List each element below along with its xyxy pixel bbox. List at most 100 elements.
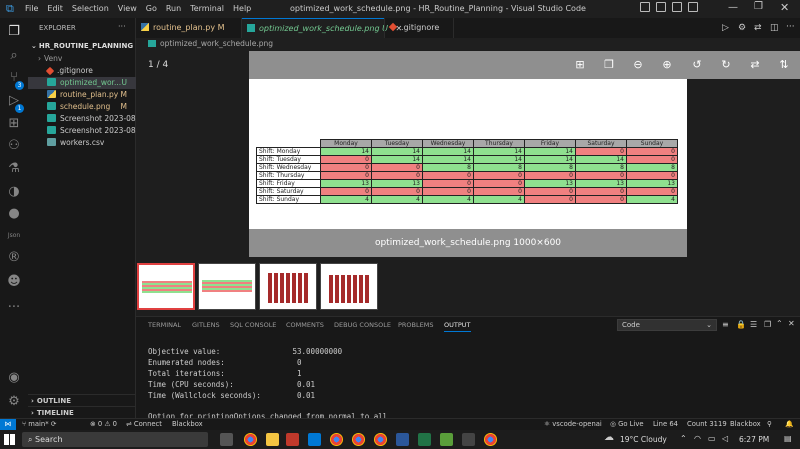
r-icon[interactable]: ® [6, 250, 22, 266]
tab-debug-console[interactable]: DEBUG CONSOLE [334, 321, 391, 329]
editor-more-icon[interactable]: ··· [786, 22, 795, 32]
tree-item-screenshot-1[interactable]: Screenshot 2023-08... [28, 113, 136, 125]
layout-custom-icon[interactable] [688, 2, 698, 12]
open-in-editor-icon[interactable]: ❐ [764, 320, 771, 329]
vscode-openai-item[interactable]: ⚛ vscode-openai [544, 419, 602, 430]
menu-selection[interactable]: Selection [72, 4, 109, 13]
open-changes-icon[interactable]: ⇄ [754, 23, 762, 33]
excel-icon[interactable] [418, 433, 431, 446]
maximize-button[interactable]: ❐ [754, 1, 763, 12]
problems-indicator[interactable]: ⊗ 0 ⚠ 0 [90, 419, 117, 430]
notification-center-icon[interactable]: ▤ [784, 434, 792, 443]
tree-item-venv[interactable]: › Venv [28, 53, 136, 65]
chrome-icon-3[interactable] [352, 433, 365, 446]
file-explorer-icon[interactable] [266, 433, 279, 446]
go-live-button[interactable]: ◎ Go Live [610, 419, 644, 430]
clock[interactable]: 6:27 PM [739, 435, 769, 444]
menu-terminal[interactable]: Terminal [190, 4, 224, 13]
tree-item-schedule[interactable]: schedule.png M [28, 101, 136, 113]
zoom-in-icon[interactable]: ⊕ [660, 58, 674, 72]
explorer-icon[interactable]: ❐ [6, 24, 22, 40]
extensions-icon[interactable]: ⊞ [6, 116, 22, 132]
settings-gear-icon[interactable]: ⚙ [6, 394, 22, 410]
timeline-section[interactable]: › TIMELINE [28, 406, 136, 418]
run-python-icon[interactable]: ▷ [722, 23, 729, 33]
rotate-left-icon[interactable]: ↺ [690, 58, 704, 72]
lock-icon[interactable]: 🔒 [736, 320, 746, 329]
tab-problems[interactable]: PROBLEMS [398, 321, 433, 329]
tab-gitignore[interactable]: .gitignore [384, 18, 454, 38]
tab-output[interactable]: OUTPUT [444, 321, 471, 332]
tab-sql-console[interactable]: SQL CONSOLE [230, 321, 276, 329]
menu-run[interactable]: Run [166, 4, 181, 13]
menu-go[interactable]: Go [146, 4, 157, 13]
outline-section[interactable]: › OUTLINE [28, 394, 136, 406]
app-icon[interactable] [440, 433, 453, 446]
split-editor-icon[interactable]: ◫ [770, 23, 779, 33]
vscode-taskbar-icon[interactable] [308, 433, 321, 446]
fit-icon[interactable]: ❐ [602, 58, 616, 72]
count-indicator[interactable]: Count 3119 [687, 419, 727, 430]
volume-icon[interactable]: ◁ [722, 434, 728, 443]
tab-routine-plan[interactable]: routine_plan.py M [136, 18, 242, 38]
vscode-logo-icon[interactable]: ⧉ [6, 3, 18, 15]
tray-chevron-icon[interactable]: ⌃ [680, 434, 687, 443]
tree-item-workers[interactable]: workers.csv [28, 137, 136, 149]
remote-indicator-icon[interactable]: ⋈ [0, 419, 16, 430]
tab-terminal[interactable]: TERMINAL [148, 321, 181, 329]
thumbnail-3[interactable] [259, 263, 317, 310]
connect-button[interactable]: ⇌ Connect [126, 419, 162, 430]
chrome-icon-4[interactable] [374, 433, 387, 446]
testing-icon[interactable]: ⚗ [6, 161, 22, 177]
chrome-icon-1[interactable] [244, 433, 257, 446]
app-red-icon[interactable] [286, 433, 299, 446]
python-icon[interactable]: ⚇ [6, 138, 22, 154]
close-window-button[interactable]: ✕ [780, 1, 789, 14]
close-panel-icon[interactable]: ✕ [788, 319, 795, 328]
layout-panel-icon[interactable] [640, 2, 650, 12]
more-icon[interactable]: ··· [6, 300, 22, 316]
zoom-out-icon[interactable]: ⊖ [631, 58, 645, 72]
weather-icon[interactable]: ☁ [604, 432, 614, 443]
minimize-button[interactable]: — [728, 2, 738, 13]
thumbnail-4[interactable] [320, 263, 378, 310]
thumbnail-1[interactable] [137, 263, 195, 310]
alien-icon[interactable]: ☻ [6, 274, 22, 290]
taskbar-search[interactable]: ⌕ Search [22, 432, 208, 447]
rotate-right-icon[interactable]: ↻ [719, 58, 733, 72]
app-dark-icon[interactable] [462, 433, 475, 446]
folder-root[interactable]: ⌄ HR_ROUTINE_PLANNING [28, 40, 136, 52]
explorer-more-button[interactable]: ··· [118, 22, 126, 31]
blackbox-left[interactable]: Blackbox [172, 419, 203, 430]
layout-sidebar-icon[interactable] [656, 2, 666, 12]
debug-run-icon[interactable]: ⚙ [738, 23, 746, 33]
menu-file[interactable]: File [25, 4, 38, 13]
tree-item-optimized[interactable]: optimized_wor... U [28, 77, 136, 89]
search-icon[interactable]: ⌕ [6, 48, 22, 64]
menu-edit[interactable]: Edit [47, 4, 63, 13]
blackbox-right[interactable]: Blackbox [730, 419, 761, 430]
tab-comments[interactable]: COMMENTS [286, 321, 324, 329]
remote-icon[interactable]: ◑ [6, 184, 22, 200]
branch-indicator[interactable]: ⑂ main* ⟳ [22, 419, 57, 430]
battery-icon[interactable]: ▭ [708, 434, 716, 443]
chrome-icon-5[interactable] [484, 433, 497, 446]
tab-gitlens[interactable]: GITLENS [192, 321, 220, 329]
filter-list-icon[interactable]: ≡ [722, 320, 729, 329]
grid-icon[interactable]: ⊞ [573, 58, 587, 72]
weather-label[interactable]: 19°C Cloudy [620, 435, 667, 444]
account-icon[interactable]: ◉ [6, 370, 22, 386]
word-icon[interactable] [396, 433, 409, 446]
maximize-panel-icon[interactable]: ⌃ [776, 319, 783, 328]
output-channel-select[interactable]: Code ⌄ [617, 319, 717, 331]
chrome-icon-2[interactable] [330, 433, 343, 446]
breadcrumb-file[interactable]: optimized_work_schedule.png [160, 39, 273, 48]
tree-item-routine-plan[interactable]: routine_plan.py M [28, 89, 136, 101]
windows-start-icon[interactable] [4, 434, 15, 445]
json-icon[interactable]: Json [6, 228, 22, 244]
task-view-icon[interactable] [220, 433, 233, 446]
wifi-icon[interactable]: ◠ [694, 434, 701, 443]
line-indicator[interactable]: Line 64 [653, 419, 678, 430]
clear-output-icon[interactable]: ☰ [750, 320, 757, 329]
menu-help[interactable]: Help [233, 4, 251, 13]
